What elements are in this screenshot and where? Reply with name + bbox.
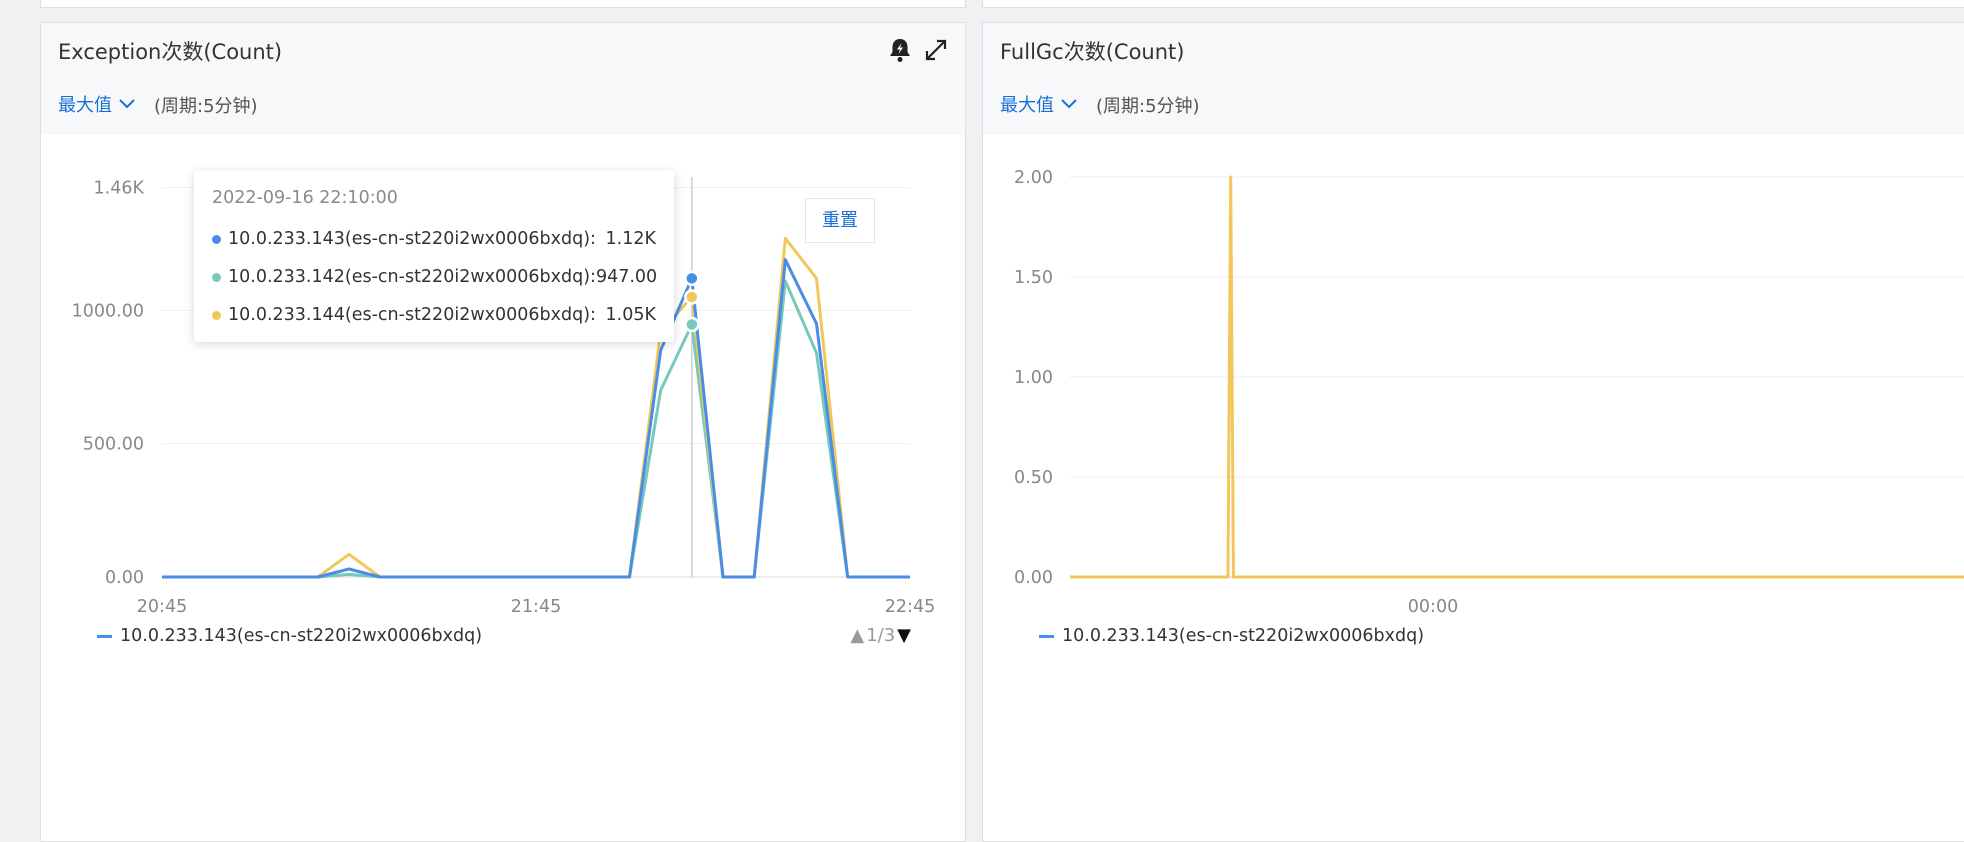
page-down-icon[interactable]: ▼ bbox=[897, 625, 911, 646]
series-dot-teal bbox=[212, 272, 221, 282]
chevron-down-icon bbox=[1061, 99, 1077, 109]
tooltip-series-value: 1.12K bbox=[605, 229, 656, 249]
panel-title: FullGc次数(Count) bbox=[1000, 40, 1185, 64]
stat-select-dropdown[interactable]: 最大值 bbox=[1000, 91, 1078, 117]
tooltip-row: 10.0.233.143(es-cn-st220i2wx0006bxdq): 1… bbox=[212, 220, 656, 258]
fullgc-line-chart[interactable]: 0.00 0.50 1.00 1.50 2.00 00:00 bbox=[983, 135, 1964, 635]
x-tick-label: 21:45 bbox=[511, 597, 561, 617]
page-up-icon[interactable]: ▲ bbox=[850, 625, 864, 646]
tooltip-series-value: 1.05K bbox=[605, 305, 656, 325]
y-tick-label: 0.50 bbox=[1014, 468, 1053, 488]
legend-pager: ▲ 1/3 ▼ bbox=[850, 625, 911, 646]
hover-point bbox=[684, 316, 700, 333]
legend-label: 10.0.233.143(es-cn-st220i2wx0006bxdq) bbox=[120, 626, 483, 646]
tooltip-time: 2022-09-16 22:10:00 bbox=[212, 188, 398, 208]
series-dot-yellow bbox=[212, 310, 221, 320]
tooltip-row: 10.0.233.142(es-cn-st220i2wx0006bxdq): 9… bbox=[212, 258, 658, 296]
tooltip-series-name: 10.0.233.144(es-cn-st220i2wx0006bxdq): bbox=[228, 305, 596, 325]
panel-actions bbox=[887, 37, 949, 63]
pager-text: 1/3 bbox=[866, 625, 896, 646]
stat-select-label: 最大值 bbox=[58, 95, 112, 116]
y-tick-label: 0.00 bbox=[105, 568, 144, 588]
tooltip-series-value: 947.00 bbox=[595, 267, 658, 287]
fullgc-count-panel: FullGc次数(Count) 最大值 (周期:5分钟) 0.00 0.50 1.0… bbox=[982, 22, 1964, 842]
chevron-down-icon bbox=[119, 99, 135, 109]
series-dot-blue bbox=[212, 234, 221, 244]
period-label: (周期:5分钟) bbox=[154, 96, 258, 117]
panel-header: FullGc次数(Count) 最大值 (周期:5分钟) bbox=[983, 23, 1964, 135]
legend-swatch bbox=[97, 634, 112, 638]
y-tick-label: 2.00 bbox=[1014, 168, 1053, 188]
period-label: (周期:5分钟) bbox=[1096, 96, 1200, 117]
legend-item[interactable]: 10.0.233.143(es-cn-st220i2wx0006bxdq) bbox=[97, 626, 482, 646]
x-tick-label: 00:00 bbox=[1408, 597, 1458, 617]
bell-lightning-icon[interactable] bbox=[887, 37, 913, 63]
stat-select-label: 最大值 bbox=[1000, 95, 1054, 116]
panel-title: Exception次数(Count) bbox=[58, 40, 283, 64]
x-tick-label: 20:45 bbox=[137, 597, 187, 617]
x-tick-label: 22:45 bbox=[885, 597, 935, 617]
tooltip-row: 10.0.233.144(es-cn-st220i2wx0006bxdq): 1… bbox=[212, 296, 656, 334]
y-tick-label: 500.00 bbox=[83, 435, 144, 455]
previous-panel-edge-right bbox=[982, 0, 1964, 8]
panel-header: Exception次数(Count) 最大值 (周期:5分钟) bbox=[41, 23, 965, 135]
y-tick-label: 1.46K bbox=[94, 179, 145, 199]
y-tick-label: 0.00 bbox=[1014, 568, 1053, 588]
y-tick-label: 1000.00 bbox=[72, 301, 144, 321]
previous-panel-edge-left bbox=[40, 0, 966, 8]
hover-point bbox=[684, 270, 700, 287]
y-tick-label: 1.00 bbox=[1014, 368, 1053, 388]
hover-point bbox=[684, 289, 700, 305]
legend-label: 10.0.233.143(es-cn-st220i2wx0006bxdq) bbox=[1062, 626, 1425, 646]
exception-count-panel: Exception次数(Count) 最大值 (周期:5分钟) 0.00 500.… bbox=[40, 22, 966, 842]
tooltip-series-name: 10.0.233.143(es-cn-st220i2wx0006bxdq): bbox=[228, 229, 596, 249]
stat-select-dropdown[interactable]: 最大值 bbox=[58, 91, 136, 117]
tooltip-series-name: 10.0.233.142(es-cn-st220i2wx0006bxdq): bbox=[228, 267, 596, 287]
legend-swatch bbox=[1039, 634, 1054, 638]
reset-zoom-button[interactable]: 重置 bbox=[805, 198, 875, 243]
chart-tooltip: 2022-09-16 22:10:00 10.0.233.143(es-cn-s… bbox=[194, 170, 674, 342]
y-tick-label: 1.50 bbox=[1014, 268, 1053, 288]
legend-item[interactable]: 10.0.233.143(es-cn-st220i2wx0006bxdq) bbox=[1039, 626, 1424, 646]
expand-icon[interactable] bbox=[923, 37, 949, 63]
